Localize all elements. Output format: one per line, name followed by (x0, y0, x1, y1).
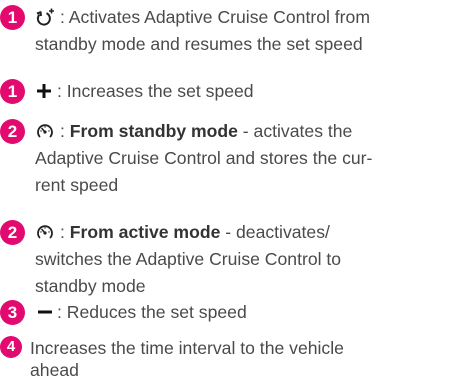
number-badge: 2 (0, 119, 25, 144)
item-description: : Increases the set speed (57, 81, 254, 101)
list-item: 2 : From active mode - deactivates/ swit… (0, 219, 440, 301)
resume-arrow-icon (36, 8, 54, 26)
number-badge: 2 (0, 220, 25, 245)
minus-icon (37, 304, 55, 322)
item-description-line: standby mode and resumes the set speed (35, 34, 363, 54)
number-badge: 1 (0, 5, 25, 30)
item-description-line: ahead (30, 360, 79, 380)
plus-icon (36, 83, 54, 101)
item-description: : From active mode - deactivates/ (60, 222, 330, 242)
item-description-line: switches the Adaptive Cruise Control to (35, 249, 342, 269)
list-item: 2 : From standby mode - activates the Ad… (0, 118, 440, 200)
speedometer-icon (36, 223, 54, 241)
item-description: : Activates Adaptive Cruise Control from (60, 7, 370, 27)
list-item: 3 : Reduces the set speed (0, 299, 440, 329)
item-description-line: Adaptive Cruise Control and stores the c… (35, 148, 373, 168)
number-badge: 3 (0, 300, 25, 325)
item-description: : Reduces the set speed (57, 302, 247, 322)
speedometer-icon (36, 122, 54, 140)
list-item: 1 : Increases the set speed (0, 78, 440, 108)
item-description: : From standby mode - activates the (60, 121, 353, 141)
number-badge: 1 (0, 79, 25, 104)
item-description-line: rent speed (35, 175, 119, 195)
number-badge: 4 (0, 336, 22, 358)
list-item: 4 Increases the time interval to the veh… (0, 335, 440, 381)
list-item: 1 : Activates Adaptive Cruise Control fr… (0, 4, 440, 60)
item-description-line: standby mode (35, 276, 146, 296)
